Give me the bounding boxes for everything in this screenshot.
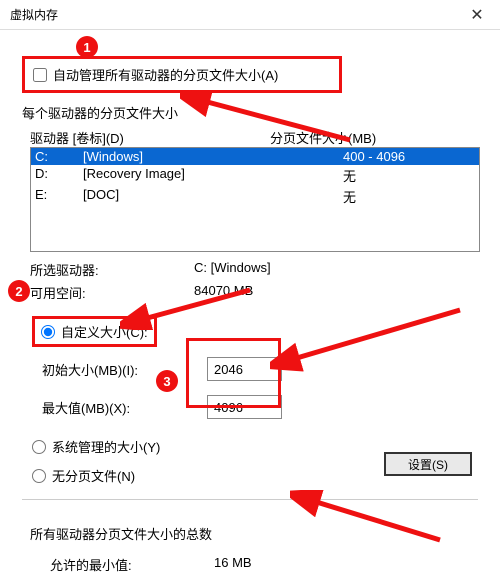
auto-manage-label: 自动管理所有驱动器的分页文件大小(A): [53, 65, 278, 84]
annotation-arrow-icon: [270, 300, 470, 380]
selected-drive-label: 所选驱动器:: [30, 260, 194, 279]
initial-size-label: 初始大小(MB)(I):: [42, 360, 207, 379]
annotation-badge-2: 2: [8, 280, 30, 302]
drive-size: 无: [343, 166, 356, 185]
allowed-min-value: 16 MB: [214, 555, 252, 574]
drive-row-d[interactable]: D: [Recovery Image] 无: [31, 165, 479, 186]
drive-list[interactable]: C: [Windows] 400 - 4096 D: [Recovery Ima…: [30, 147, 480, 252]
annotation-arrow-icon: [290, 490, 450, 546]
drive-letter: C:: [35, 149, 83, 164]
drive-row-e[interactable]: E: [DOC] 无: [31, 186, 479, 207]
close-icon[interactable]: ✕: [462, 0, 492, 30]
annotation-arrow-icon: [120, 280, 260, 330]
drive-label: [Windows]: [83, 149, 343, 164]
system-managed-label: 系统管理的大小(Y): [52, 437, 160, 456]
no-pagefile-label: 无分页文件(N): [52, 466, 135, 485]
drive-row-c[interactable]: C: [Windows] 400 - 4096: [31, 148, 479, 165]
allowed-min-label: 允许的最小值:: [50, 555, 214, 574]
drive-label: [Recovery Image]: [83, 166, 343, 185]
annotation-badge-1: 1: [76, 36, 98, 58]
drive-size: 400 - 4096: [343, 149, 405, 164]
drive-size: 无: [343, 187, 356, 206]
set-button[interactable]: 设置(S): [384, 452, 472, 476]
annotation-arrow-icon: [180, 90, 360, 150]
max-size-input[interactable]: [207, 395, 282, 419]
drive-label: [DOC]: [83, 187, 343, 206]
window-title: 虚拟内存: [10, 6, 58, 23]
drive-letter: D:: [35, 166, 83, 185]
system-managed-radio[interactable]: [32, 440, 46, 454]
custom-size-radio[interactable]: [41, 325, 55, 339]
auto-manage-checkbox[interactable]: [33, 68, 47, 82]
selected-drive-value: C: [Windows]: [194, 260, 271, 279]
annotation-badge-3: 3: [156, 370, 178, 392]
max-size-label: 最大值(MB)(X):: [42, 398, 207, 417]
auto-manage-checkbox-row[interactable]: 自动管理所有驱动器的分页文件大小(A): [22, 56, 342, 93]
drive-letter: E:: [35, 187, 83, 206]
no-pagefile-radio[interactable]: [32, 469, 46, 483]
